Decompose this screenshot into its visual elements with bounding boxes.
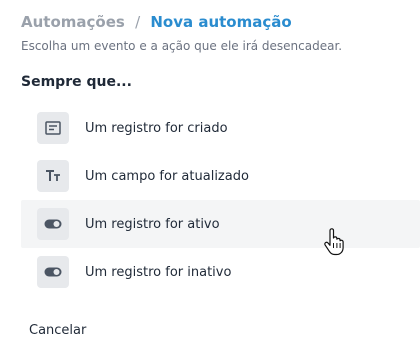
option-record-created[interactable]: Um registro for criado (21, 104, 420, 152)
section-title: Sempre que... (21, 74, 132, 90)
option-record-active[interactable]: Um registro for ativo (21, 200, 420, 248)
breadcrumb-separator: / (135, 13, 141, 31)
toggle-icon (37, 256, 69, 288)
page-subtitle: Escolha um evento e a ação que ele irá d… (21, 39, 343, 53)
option-label: Um registro for criado (85, 120, 228, 136)
breadcrumb-automations-link[interactable]: Automações (21, 13, 125, 31)
option-field-updated[interactable]: Um campo for atualizado (21, 152, 420, 200)
page-header: Automações / Nova automação Escolha um e… (21, 12, 420, 54)
text-field-icon (37, 160, 69, 192)
option-label: Um campo for atualizado (85, 168, 249, 184)
record-icon (37, 112, 69, 144)
option-record-inactive[interactable]: Um registro for inativo (21, 248, 420, 296)
breadcrumb: Automações / Nova automação (21, 12, 420, 32)
option-label: Um registro for inativo (85, 264, 232, 280)
toggle-icon (37, 208, 69, 240)
cancel-button[interactable]: Cancelar (29, 323, 86, 338)
option-label: Um registro for ativo (85, 216, 220, 232)
breadcrumb-current: Nova automação (150, 13, 292, 31)
trigger-options-list: Um registro for criado Um campo for atua… (21, 104, 420, 296)
